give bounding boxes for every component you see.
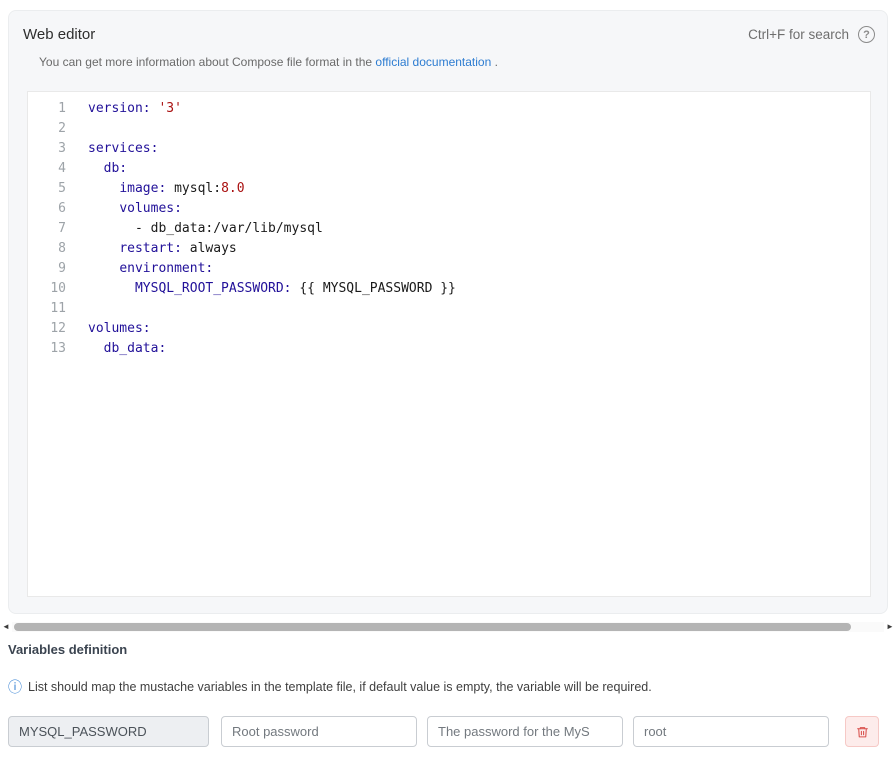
code-line-text: version: '3': [66, 99, 182, 119]
info-icon: ⓘ: [8, 680, 22, 694]
line-number: 5: [28, 179, 66, 199]
panel-header-right: Ctrl+F for search ?: [748, 26, 875, 43]
line-number: 4: [28, 159, 66, 179]
trash-icon: [856, 725, 869, 739]
description-text: You can get more information about Compo…: [39, 55, 372, 69]
variable-name-input[interactable]: [8, 716, 209, 747]
variable-row: [8, 716, 879, 747]
code-line-text: services:: [66, 139, 158, 159]
code-line: 3services:: [28, 139, 870, 159]
page-title: Web editor: [23, 26, 95, 43]
scroll-left-icon[interactable]: ◄: [0, 620, 12, 634]
code-line-text: MYSQL_ROOT_PASSWORD: {{ MYSQL_PASSWORD }…: [66, 279, 456, 299]
line-number: 12: [28, 319, 66, 339]
code-line: 8 restart: always: [28, 239, 870, 259]
description-suffix: .: [495, 55, 498, 69]
line-number: 11: [28, 299, 66, 319]
variable-default-input[interactable]: [633, 716, 829, 747]
code-line-text: db_data:: [66, 339, 166, 359]
line-number: 3: [28, 139, 66, 159]
web-editor-panel: Web editor Ctrl+F for search ? You can g…: [8, 10, 888, 614]
line-number: 13: [28, 339, 66, 359]
code-line: 1version: '3': [28, 99, 870, 119]
code-line-text: [66, 299, 88, 319]
code-lines-container: 1version: '3'23services:4 db:5 image: my…: [28, 99, 870, 359]
line-number: 9: [28, 259, 66, 279]
line-number: 7: [28, 219, 66, 239]
line-number: 2: [28, 119, 66, 139]
line-number: 8: [28, 239, 66, 259]
help-icon[interactable]: ?: [858, 26, 875, 43]
code-line-text: volumes:: [66, 199, 182, 219]
line-number: 1: [28, 99, 66, 119]
code-line: 13 db_data:: [28, 339, 870, 359]
code-line: 4 db:: [28, 159, 870, 179]
code-line: 12volumes:: [28, 319, 870, 339]
code-line: 9 environment:: [28, 259, 870, 279]
code-editor[interactable]: 1version: '3'23services:4 db:5 image: my…: [27, 91, 871, 597]
code-line-text: image: mysql:8.0: [66, 179, 245, 199]
horizontal-scrollbar[interactable]: ◄ ►: [0, 620, 896, 634]
editor-description: You can get more information about Compo…: [39, 55, 887, 69]
code-line: 10 MYSQL_ROOT_PASSWORD: {{ MYSQL_PASSWOR…: [28, 279, 870, 299]
scroll-right-icon[interactable]: ►: [884, 620, 896, 634]
code-line: 7 - db_data:/var/lib/mysql: [28, 219, 870, 239]
code-line: 5 image: mysql:8.0: [28, 179, 870, 199]
line-number: 10: [28, 279, 66, 299]
code-line: 11: [28, 299, 870, 319]
search-hint-text: Ctrl+F for search: [748, 27, 849, 42]
code-line: 2: [28, 119, 870, 139]
line-number: 6: [28, 199, 66, 219]
code-line-text: volumes:: [66, 319, 151, 339]
delete-variable-button[interactable]: [845, 716, 879, 747]
scrollbar-track[interactable]: [12, 622, 884, 632]
panel-header: Web editor Ctrl+F for search ?: [9, 11, 887, 43]
code-line-text: - db_data:/var/lib/mysql: [66, 219, 323, 239]
variable-label-input[interactable]: [221, 716, 417, 747]
code-line-text: environment:: [66, 259, 213, 279]
code-line-text: db:: [66, 159, 127, 179]
official-documentation-link[interactable]: official documentation: [375, 55, 491, 69]
variables-info: ⓘ List should map the mustache variables…: [8, 680, 652, 694]
code-line-text: [66, 119, 88, 139]
code-line: 6 volumes:: [28, 199, 870, 219]
variable-description-input[interactable]: [427, 716, 623, 747]
scrollbar-thumb[interactable]: [14, 623, 851, 631]
variables-definition-heading: Variables definition: [8, 642, 127, 657]
variables-info-text: List should map the mustache variables i…: [28, 680, 652, 694]
code-line-text: restart: always: [66, 239, 237, 259]
